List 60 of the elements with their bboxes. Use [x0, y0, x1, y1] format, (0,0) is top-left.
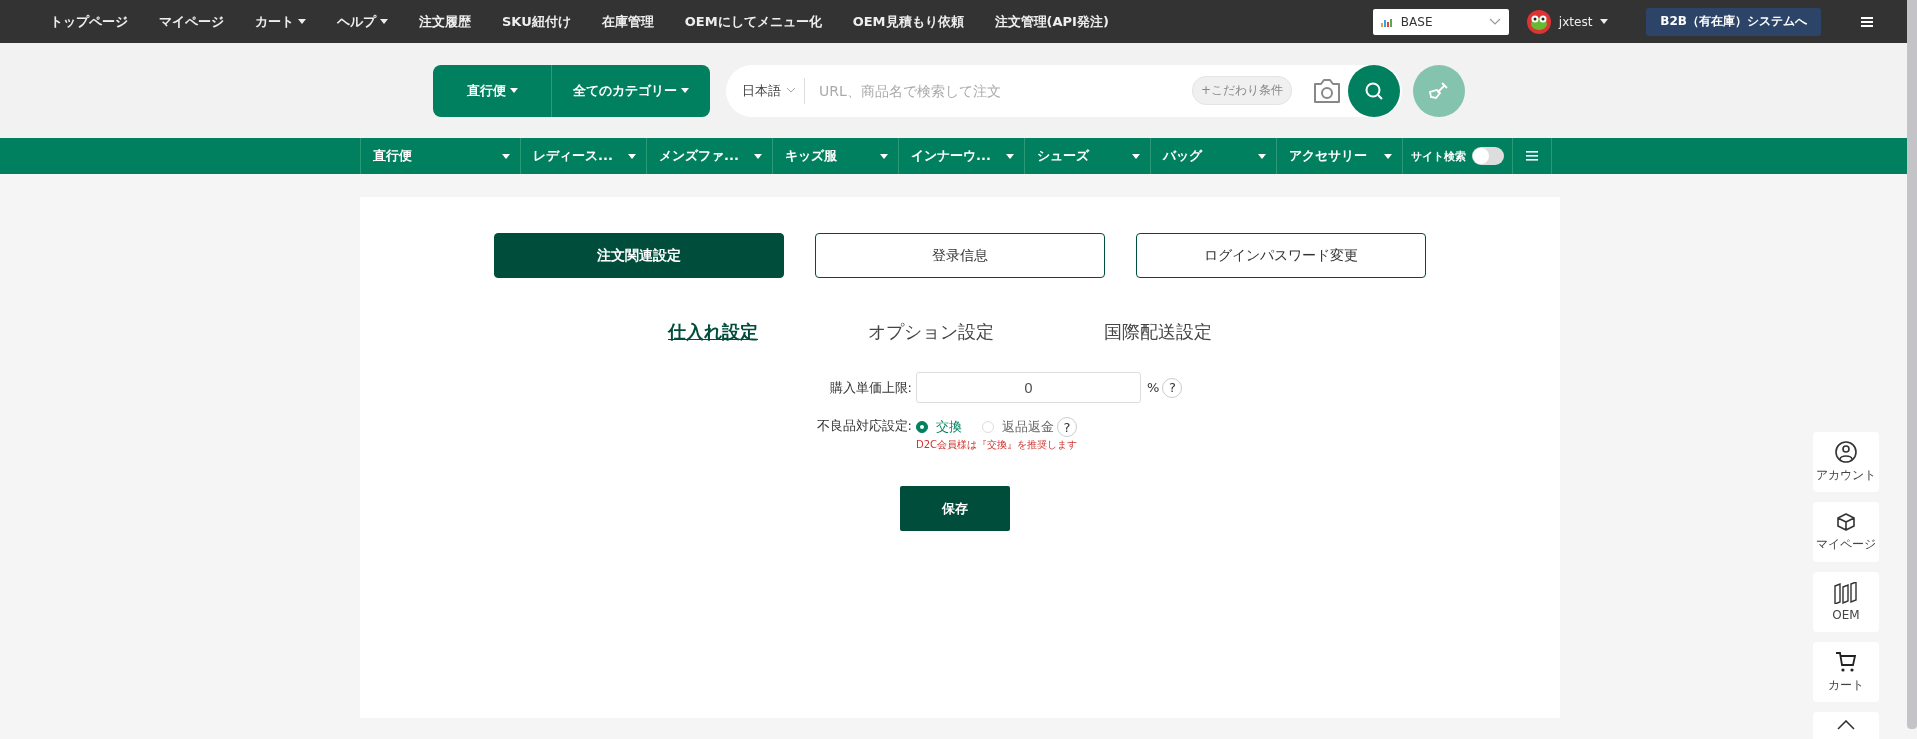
category-menu[interactable]: キッズ服	[773, 138, 899, 174]
oem-logo-icon	[1834, 582, 1858, 604]
nav-link[interactable]: 在庫管理	[601, 12, 654, 31]
user-menu[interactable]: jxtest	[1558, 14, 1609, 29]
site-search-label: サイト検索	[1411, 148, 1466, 164]
search-icon	[1364, 80, 1384, 101]
mode-dropdown[interactable]: 直行便	[433, 64, 551, 117]
bar-chart-icon	[1380, 16, 1395, 27]
box-icon	[1836, 511, 1856, 532]
sub-tab[interactable]: オプション設定	[868, 320, 994, 344]
nav-link[interactable]: 注文履歴	[419, 12, 471, 31]
category-menu[interactable]: インナーウ...	[899, 138, 1025, 174]
cart-icon	[1835, 650, 1857, 673]
sub-tab[interactable]: 仕入れ設定	[668, 320, 758, 344]
category-menu[interactable]: バッグ	[1151, 138, 1277, 174]
nav-link[interactable]: SKU紐付け	[502, 12, 571, 31]
side-shortcut-button[interactable]: マイページ	[1813, 502, 1879, 562]
recommendation-note: D2C会員様は『交換』を推奨します	[916, 438, 1078, 452]
nav-link[interactable]: トップページ	[50, 12, 128, 31]
field-label: 購入単価上限:	[828, 378, 913, 397]
nav-link[interactable]: OEMにしてメニュー化	[684, 12, 822, 31]
camera-icon[interactable]	[1312, 77, 1342, 104]
category-menu[interactable]: レディース...	[521, 138, 647, 174]
site-search-toggle[interactable]	[1472, 147, 1504, 165]
category-dropdown[interactable]: 全てのカテゴリー	[551, 64, 710, 117]
menu-icon[interactable]	[1861, 16, 1873, 27]
radio-label[interactable]: 返品返金	[1002, 418, 1054, 436]
settings-tab[interactable]: ログインパスワード変更	[1136, 233, 1426, 278]
search-button[interactable]	[1348, 64, 1400, 117]
radio-label[interactable]: 交換	[936, 418, 962, 436]
price-limit-input[interactable]: 0	[916, 372, 1141, 403]
settings-tab[interactable]: 注文関連設定	[494, 233, 784, 278]
save-button[interactable]: 保存	[900, 486, 1010, 531]
chevron-down-icon[interactable]	[1488, 17, 1501, 26]
category-menu[interactable]: シューズ	[1025, 138, 1151, 174]
search-field[interactable]: 日本語 URL、商品名で検索して注文 +こだわり条件	[726, 64, 1402, 117]
shop-select[interactable]: BASE	[1372, 8, 1509, 35]
side-shortcut-button[interactable]: アカウント	[1813, 432, 1879, 492]
frog-avatar-icon[interactable]	[1526, 9, 1551, 34]
side-shortcut-button[interactable]: カート	[1813, 642, 1879, 702]
system-switch-button[interactable]: B2B（有在庫）システムへ	[1646, 7, 1821, 36]
sub-tab[interactable]: 国際配送設定	[1104, 320, 1212, 344]
nav-link[interactable]: マイページ	[159, 12, 224, 31]
scrollbar[interactable]	[1907, 0, 1917, 729]
radio-button[interactable]	[916, 421, 928, 433]
category-menu[interactable]: 直行便	[361, 138, 521, 174]
nav-link[interactable]: ヘルプ	[337, 12, 388, 31]
shovel-icon	[1428, 79, 1450, 102]
settings-tab[interactable]: 登录信息	[815, 233, 1105, 278]
nav-link[interactable]: 注文管理(API発注)	[994, 12, 1109, 31]
unit-label: %	[1147, 380, 1160, 395]
nav-link[interactable]: カート	[255, 12, 306, 31]
category-menu[interactable]: メンズファ...	[647, 138, 773, 174]
user-icon	[1835, 440, 1857, 463]
nav-link[interactable]: OEM見積もり依頼	[852, 12, 964, 31]
category-menu[interactable]: アクセサリー	[1277, 138, 1403, 174]
chevron-down-icon	[786, 87, 796, 94]
field-label: 不良品対応設定:	[815, 417, 913, 435]
chevron-up-icon	[1837, 720, 1855, 730]
side-shortcut-button[interactable]: OEM	[1813, 572, 1879, 632]
